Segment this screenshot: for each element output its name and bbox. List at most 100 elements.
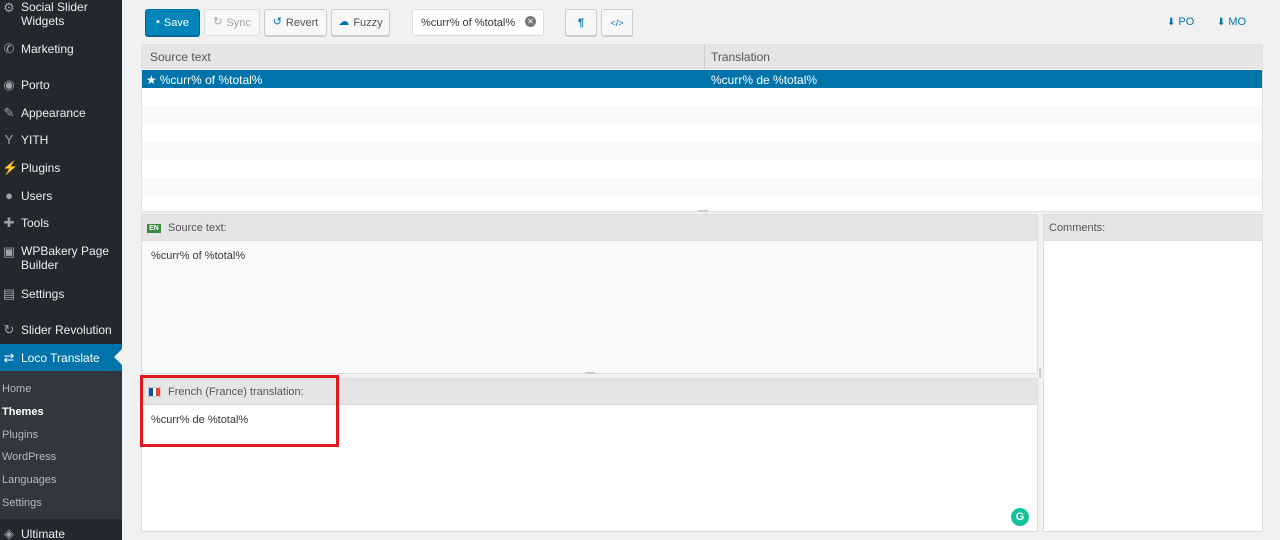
empty-row [142,142,1262,160]
submenu-item-themes[interactable]: Themes [2,406,44,419]
cloud-icon: ☁ [338,16,350,28]
sidebar-item-label: Settings [21,287,65,301]
row-translation-text: %curr% de %total% [711,73,818,87]
sidebar-item-loco-translate[interactable]: ⇄ Loco Translate [0,344,122,371]
column-divider[interactable] [704,45,705,69]
row-source: ★ %curr% of %total% [146,73,262,87]
comments-pane-title: Comments: [1049,222,1106,234]
invisibles-toggle-button[interactable]: ¶ [565,9,597,36]
sidebar-item-plugins[interactable]: ⚡ Plugins [0,160,122,176]
fuzzy-label: Fuzzy [353,16,383,29]
source-pane-header: EN Source text: [142,215,1037,241]
column-header-translation[interactable]: Translation [711,50,770,64]
sidebar-item-label: Marketing [21,42,74,56]
sidebar-item-porto[interactable]: ◉ Porto [0,77,122,93]
download-icon: ⬇ [1167,16,1176,28]
sync-label: Sync [226,16,251,29]
floppy-icon: ▪ [156,16,160,28]
star-icon: ★ [146,73,157,87]
sidebar-item-label: Loco Translate [21,351,100,365]
submenu-item-plugins[interactable]: Plugins [2,429,38,442]
sidebar-item-label: Appearance [21,106,86,120]
sidebar-item-slider-revolution[interactable]: ↻ Slider Revolution [0,322,122,338]
sync-icon: ↻ [213,16,223,28]
save-button[interactable]: ▪ Save [145,9,200,36]
revert-label: Revert [285,16,319,29]
empty-row [142,124,1262,142]
table-row[interactable]: ★ %curr% of %total% %curr% de %total% [142,70,1262,88]
source-text-pane: EN Source text: %curr% of %total% [141,214,1038,374]
source-text-content: %curr% of %total% [151,250,246,262]
sidebar-item-label: WPBakery Page Builder [21,244,110,272]
sidebar-item-social-slider-widgets[interactable]: ⚙ Social Slider Widgets [0,0,122,30]
revert-button[interactable]: ↺ Revert [264,9,327,36]
english-flag-icon: EN [147,224,161,233]
sync-button[interactable]: ↻ Sync [204,9,260,36]
sidebar-item-label: YITH [21,133,49,147]
search-input[interactable]: %curr% of %total% ✕ [412,9,544,36]
empty-row [142,106,1262,124]
sidebar-item-label: Plugins [21,161,61,175]
sidebar-item-marketing[interactable]: ✆ Marketing [0,41,122,57]
sidebar-item-label: Tools [21,216,50,230]
empty-row [142,88,1262,106]
empty-row [142,160,1262,178]
translate-icon: ⇄ [3,350,15,365]
po-label: PO [1178,16,1195,28]
shield-icon: ◈ [4,526,14,540]
sidebar-item-appearance[interactable]: ✎ Appearance [0,105,122,121]
download-icon: ⬇ [1217,16,1226,28]
builder-icon: ▣ [2,244,16,259]
sidebar-item-users[interactable]: ● Users [0,188,122,204]
empty-row [142,178,1262,196]
sidebar-item-ultimate[interactable]: ◈ Ultimate [0,527,122,540]
sidebar-item-label: Ultimate [21,527,66,540]
submenu-item-wordpress[interactable]: WordPress [2,451,56,464]
comments-pane: Comments: [1043,214,1263,532]
grid-resize-handle[interactable] [698,210,708,212]
fuzzy-button[interactable]: ☁ Fuzzy [331,9,390,36]
sidebar-item-label: Slider Revolution [21,323,112,337]
sidebar-item-yith[interactable]: Y YITH [0,132,122,148]
save-label: Save [163,16,189,29]
grid-header: Source text Translation [142,45,1262,69]
submenu-item-languages[interactable]: Languages [2,474,56,487]
code-view-toggle-button[interactable]: </> [601,9,633,36]
yith-icon: Y [4,132,14,147]
loco-submenu: Home Themes Plugins WordPress Languages … [0,371,122,519]
messages-grid: Source text Translation ★ %curr% of %tot… [141,44,1263,212]
editor-toolbar: ▪ Save ↻ Sync ↺ Revert ☁ Fuzzy %curr% of… [141,0,1263,44]
plug-icon: ⚡ [2,160,19,175]
sidebar-item-label: Users [21,189,53,203]
mo-label: MO [1228,16,1247,28]
grammarly-icon[interactable]: G [1011,508,1029,526]
sliders-icon: ▤ [2,286,16,301]
refresh-icon: ↻ [3,322,15,337]
brush-icon: ✎ [3,105,15,120]
sidebar-item-label: Porto [21,78,50,92]
sidebar-item-tools[interactable]: ✚ Tools [0,215,122,231]
sidebar-item-settings[interactable]: ▤ Settings [0,286,122,302]
row-source-text: %curr% of %total% [159,73,263,87]
column-resize-handle[interactable] [1039,368,1041,378]
translation-highlight-box [140,375,339,447]
gear-icon: ⚙ [3,0,15,15]
admin-sidebar: ⚙ Social Slider Widgets ✆ Marketing ◉ Po… [0,0,122,540]
download-po-link[interactable]: ⬇ PO [1167,16,1194,28]
source-pane-title: Source text: [168,222,227,234]
sidebar-item-label: Social Slider Widgets [21,0,88,28]
megaphone-icon: ✆ [3,41,15,56]
sidebar-item-wpbakery[interactable]: ▣ WPBakery Page Builder [0,244,122,274]
comments-pane-header: Comments: [1044,215,1262,241]
column-header-source[interactable]: Source text [150,50,211,64]
clear-icon[interactable]: ✕ [525,16,536,27]
user-icon: ● [5,188,13,203]
revert-icon: ↺ [272,16,282,28]
submenu-item-home[interactable]: Home [2,383,31,396]
source-pane-resize-handle[interactable] [585,372,595,374]
wrench-icon: ✚ [3,215,15,230]
download-mo-link[interactable]: ⬇ MO [1217,16,1246,28]
submenu-item-settings[interactable]: Settings [2,497,42,510]
search-value: %curr% of %total% [421,17,516,29]
circle-icon: ◉ [3,77,15,92]
